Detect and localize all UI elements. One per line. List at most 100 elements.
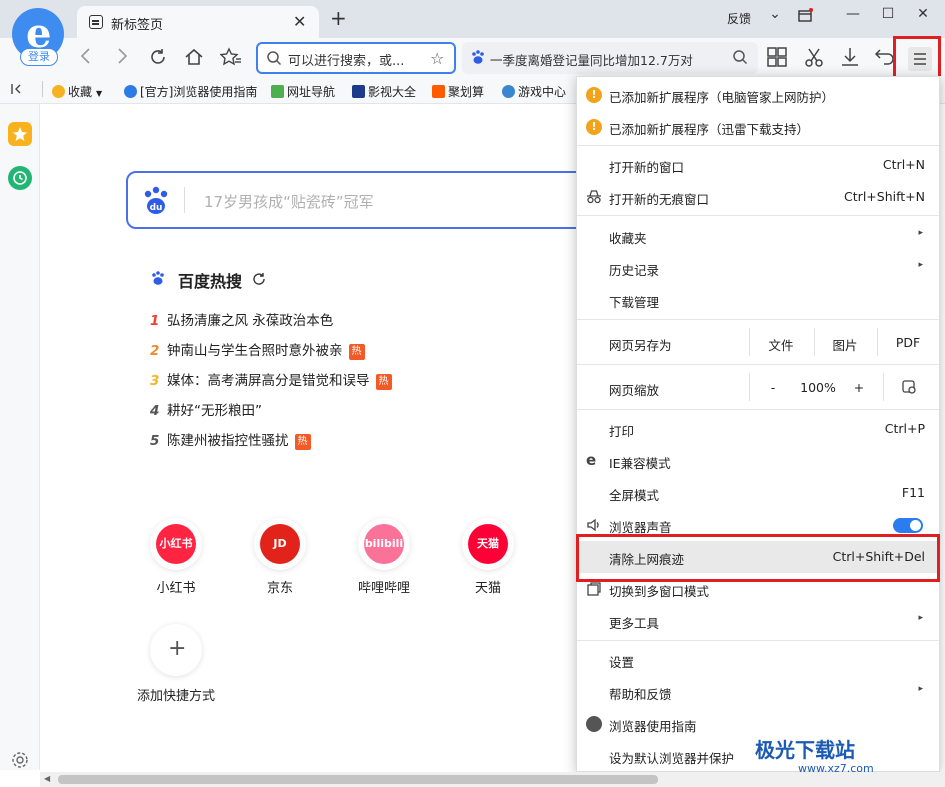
caret-down-icon[interactable]: ▼ <box>96 89 102 98</box>
menu-item-extension-1[interactable]: ! 已添加新扩展程序（电脑管家上网防护） <box>577 79 939 111</box>
bookmark-games[interactable]: 游戏中心 <box>502 83 566 100</box>
menu-item-ie-mode[interactable]: e IE兼容模式 <box>577 445 939 477</box>
zoom-out-button[interactable]: - <box>763 380 783 395</box>
site-logo-icon: 小红书 <box>156 524 196 564</box>
bookmark-video[interactable]: 影视大全 <box>352 83 416 100</box>
menu-item-downloads[interactable]: 下载管理 <box>577 284 939 316</box>
menu-item-more-tools[interactable]: 更多工具 ▸ <box>577 605 939 637</box>
hot-rank: 3 <box>150 373 160 389</box>
download-icon[interactable] <box>839 46 863 70</box>
forward-icon[interactable] <box>114 46 130 66</box>
baidu-icon <box>470 49 486 65</box>
menu-item-incognito[interactable]: 打开新的无痕窗口 Ctrl+Shift+N <box>577 181 939 213</box>
shortcut-text: Ctrl+Shift+N <box>844 189 925 204</box>
sidebar-toggle-icon[interactable] <box>10 82 24 96</box>
skin-icon[interactable] <box>797 8 827 30</box>
back-icon[interactable] <box>78 46 94 66</box>
favorites-list-icon[interactable] <box>220 47 242 67</box>
hot-badge: 热 <box>348 344 365 360</box>
history-clock-icon[interactable] <box>8 166 32 190</box>
site-logo-icon: bilibili <box>364 524 404 564</box>
sound-toggle[interactable] <box>893 518 923 533</box>
game-icon <box>502 85 515 98</box>
menu-item-fullscreen[interactable]: 全屏模式 F11 <box>577 477 939 509</box>
hot-item[interactable]: 5 陈建州被指控性骚扰热 <box>150 429 311 450</box>
menu-item-label: 浏览器使用指南 <box>609 719 697 734</box>
hot-item[interactable]: 3 媒体：高考满屏高分是错觉和误导热 <box>150 369 392 390</box>
fullscreen-zoom-icon[interactable] <box>901 379 917 395</box>
scroll-left-icon[interactable]: ◀ <box>44 774 50 783</box>
menu-item-history[interactable]: 历史记录 ▸ <box>577 252 939 284</box>
menu-item-settings[interactable]: 设置 <box>577 644 939 676</box>
minimize-button[interactable]: — <box>838 6 868 28</box>
browser-icon <box>124 85 137 98</box>
refresh-icon[interactable] <box>148 47 168 67</box>
menu-item-favorites[interactable]: 收藏夹 ▸ <box>577 220 939 252</box>
video-icon <box>352 85 365 98</box>
feedback-button[interactable]: 反馈 <box>727 10 751 27</box>
menu-item-help[interactable]: 帮助和反馈 ▸ <box>577 676 939 708</box>
hot-text: 弘扬清廉之风 永葆政治本色 <box>167 313 334 329</box>
save-file-button[interactable]: 文件 <box>749 335 813 354</box>
menu-item-label: 更多工具 <box>609 616 660 631</box>
hot-item[interactable]: 1 弘扬清廉之风 永葆政治本色 <box>150 309 333 329</box>
maximize-button[interactable]: ☐ <box>873 6 903 28</box>
login-button[interactable]: 登录 <box>20 48 58 66</box>
save-image-button[interactable]: 图片 <box>814 335 876 354</box>
zoom-in-button[interactable]: + <box>849 380 869 395</box>
baidu-search-input[interactable]: 17岁男孩成“贴瓷砖”冠军 <box>204 191 374 212</box>
tab-close-button[interactable]: ✕ <box>293 12 306 31</box>
menu-item-label: 设为默认浏览器并保护 <box>609 751 735 766</box>
svg-text:du: du <box>150 203 163 213</box>
shortcut-tile[interactable]: 天猫 <box>462 518 514 570</box>
home-icon[interactable] <box>184 47 204 67</box>
add-shortcut-button[interactable]: + <box>150 624 202 676</box>
divider <box>184 187 185 213</box>
menu-item-label: 网页另存为 <box>609 338 672 353</box>
address-bar[interactable]: 可以进行搜索，或... ☆ <box>256 42 456 74</box>
divider <box>883 373 884 401</box>
scrollbar-thumb[interactable] <box>58 775 658 784</box>
menu-item-extension-2[interactable]: ! 已添加新扩展程序（迅雷下载支持） <box>577 111 939 143</box>
bookmark-favorites[interactable]: 收藏 ▼ <box>52 83 102 100</box>
hot-item[interactable]: 4 耕好“无形粮田” <box>150 399 262 419</box>
site-logo-icon: 天猫 <box>468 524 508 564</box>
tab-new-tab[interactable]: 新标签页 ✕ <box>77 6 319 38</box>
bookmark-deals[interactable]: 聚划算 <box>432 83 484 100</box>
shortcut-tile[interactable]: 小红书 <box>150 518 202 570</box>
shortcut-tile[interactable]: JD <box>254 518 306 570</box>
apps-grid-icon[interactable] <box>766 46 790 70</box>
submenu-arrow-icon: ▸ <box>918 260 923 270</box>
search-bar[interactable]: 一季度离婚登记量同比增加12.7万对 <box>462 42 758 74</box>
hot-badge: 热 <box>375 374 392 390</box>
scissors-icon[interactable] <box>803 46 827 70</box>
favorites-star-icon[interactable] <box>8 122 32 146</box>
refresh-icon[interactable] <box>252 272 266 286</box>
menu-item-print[interactable]: 打印 Ctrl+P <box>577 413 939 445</box>
menu-item-label: 打开新的窗口 <box>609 160 685 175</box>
divider <box>749 373 750 401</box>
bookmark-star-icon[interactable]: ☆ <box>430 49 444 68</box>
close-window-button[interactable]: ✕ <box>908 6 938 28</box>
new-tab-button[interactable]: + <box>330 6 347 30</box>
save-pdf-button[interactable]: PDF <box>877 335 939 350</box>
menu-item-new-window[interactable]: 打开新的窗口 Ctrl+N <box>577 149 939 181</box>
bookmark-browser-guide[interactable]: [官方]浏览器使用指南 <box>124 83 257 100</box>
shortcut-tile[interactable]: bilibili <box>358 518 410 570</box>
chevron-down-icon[interactable]: ⌄ <box>760 6 790 28</box>
hot-text: 耕好“无形粮田” <box>167 403 262 419</box>
new-tab-icon <box>89 15 103 29</box>
shortcut-label: 小红书 <box>156 581 196 596</box>
search-icon[interactable] <box>732 49 748 65</box>
baidu-search-box[interactable]: du 17岁男孩成“贴瓷砖”冠军 <box>126 171 626 229</box>
settings-gear-icon[interactable] <box>11 751 29 769</box>
baidu-logo-icon: du <box>140 184 172 216</box>
address-input[interactable]: 可以进行搜索，或... <box>288 50 404 69</box>
hot-item[interactable]: 2 钟南山与学生合照时意外被亲热 <box>150 339 365 360</box>
search-suggestion[interactable]: 一季度离婚登记量同比增加12.7万对 <box>490 50 724 69</box>
bookmark-navigation[interactable]: 网址导航 <box>271 83 335 100</box>
menu-item-save-as: 网页另存为 文件 图片 PDF <box>577 320 939 364</box>
guide-icon <box>586 716 602 732</box>
search-icon <box>266 50 282 66</box>
deal-icon <box>432 85 445 98</box>
